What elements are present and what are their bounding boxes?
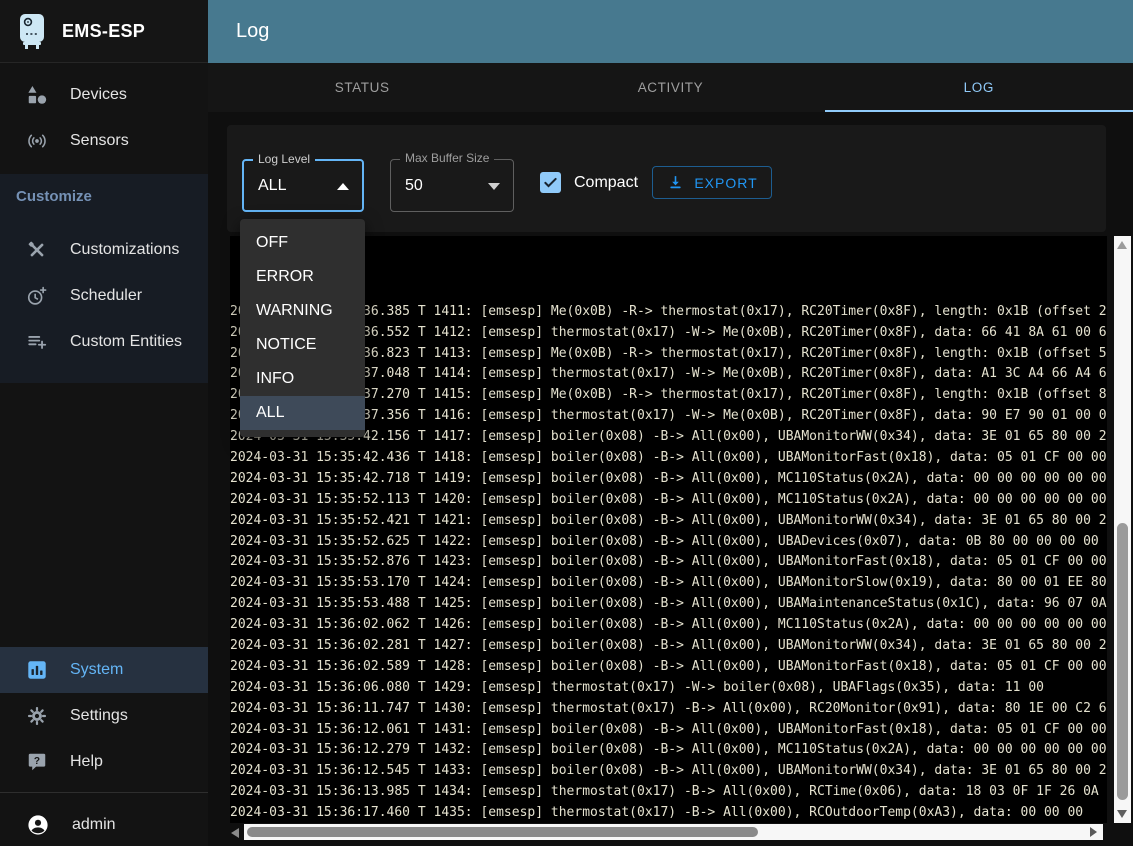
tools-icon — [26, 239, 48, 261]
sidebar: EMS-ESP Devices Sensors Customize — [0, 0, 208, 846]
tabbar: STATUS ACTIVITY LOG — [208, 63, 1133, 112]
log-level-menu: OFFERRORWARNINGNOTICEINFOALL — [240, 219, 365, 437]
vertical-scrollbar[interactable] — [1114, 236, 1131, 823]
download-icon — [666, 173, 685, 192]
sidebar-item-settings[interactable]: Settings — [0, 693, 208, 739]
sidebar-item-label: Custom Entities — [70, 333, 182, 351]
tab-activity[interactable]: ACTIVITY — [516, 63, 824, 112]
ems-esp-app: EMS-ESP Devices Sensors Customize — [0, 0, 1133, 846]
sidebar-item-label: Scheduler — [70, 287, 142, 305]
sidebar-item-sensors[interactable]: Sensors — [0, 118, 208, 164]
playlist-add-icon — [26, 331, 48, 353]
export-button[interactable]: EXPORT — [652, 166, 772, 199]
log-line: 2024-03-31 15:36:11.747 T 1430: [emsesp]… — [230, 699, 1107, 720]
chevron-up-icon — [337, 183, 349, 190]
log-line: 2024-03-31 15:35:52.421 T 1421: [emsesp]… — [230, 511, 1107, 532]
devices-icon — [26, 84, 48, 106]
log-line: 2024-03-31 15:36:12.279 T 1432: [emsesp]… — [230, 740, 1107, 761]
tab-log[interactable]: LOG — [825, 63, 1133, 112]
app-title: EMS-ESP — [62, 21, 145, 42]
sidebar-item-label: Devices — [70, 86, 127, 104]
log-line: 2024-03-31 15:36:17.460 T 1435: [emsesp]… — [230, 803, 1107, 823]
sidebar-item-label: System — [70, 661, 123, 679]
log-line: 2024-03-31 15:35:53.170 T 1424: [emsesp]… — [230, 573, 1107, 594]
compact-label: Compact — [574, 174, 638, 192]
log-line: 2024-03-31 15:35:42.718 T 1419: [emsesp]… — [230, 469, 1107, 490]
sidebar-item-customizations[interactable]: Customizations — [0, 227, 208, 273]
export-label: EXPORT — [694, 175, 757, 191]
log-level-value: ALL — [258, 177, 286, 195]
log-level-option[interactable]: OFF — [240, 226, 365, 260]
log-line: 2024-03-31 15:36:13.985 T 1434: [emsesp]… — [230, 782, 1107, 803]
log-level-option[interactable]: WARNING — [240, 294, 365, 328]
log-line: 2024-03-31 15:36:12.061 T 1431: [emsesp]… — [230, 720, 1107, 741]
log-line: 2024-03-31 15:35:42.436 T 1418: [emsesp]… — [230, 448, 1107, 469]
log-line: 2024-03-31 15:36:06.080 T 1429: [emsesp]… — [230, 678, 1107, 699]
bar-chart-icon — [26, 659, 48, 681]
check-icon — [541, 173, 560, 192]
max-buffer-label: Max Buffer Size — [400, 151, 494, 165]
sidebar-item-scheduler[interactable]: Scheduler — [0, 273, 208, 319]
log-level-option[interactable]: NOTICE — [240, 328, 365, 362]
log-line: 2024-03-31 15:36:02.062 T 1426: [emsesp]… — [230, 615, 1107, 636]
log-level-label: Log Level — [253, 152, 315, 166]
log-level-option[interactable]: ERROR — [240, 260, 365, 294]
boiler-logo-icon — [16, 12, 48, 50]
sidebar-section-label: Customize — [16, 188, 92, 205]
sidebar-item-custom-entities[interactable]: Custom Entities — [0, 319, 208, 365]
app-header: EMS-ESP — [0, 0, 208, 63]
scroll-down-arrow-icon[interactable] — [1117, 810, 1127, 818]
log-line: 2024-03-31 15:35:52.625 T 1422: [emsesp]… — [230, 532, 1107, 553]
account-circle-icon — [26, 813, 50, 837]
page-title: Log — [236, 20, 269, 43]
log-level-option[interactable]: INFO — [240, 362, 365, 396]
sidebar-item-help[interactable]: ? Help — [0, 739, 208, 785]
horizontal-scrollbar[interactable] — [244, 824, 1103, 840]
clock-plus-icon — [26, 285, 48, 307]
scroll-up-arrow-icon[interactable] — [1117, 241, 1127, 249]
svg-text:?: ? — [34, 756, 40, 767]
log-line: 2024-03-31 15:35:52.113 T 1420: [emsesp]… — [230, 490, 1107, 511]
log-line: 2024-03-31 15:36:12.545 T 1433: [emsesp]… — [230, 761, 1107, 782]
sidebar-item-system[interactable]: System — [0, 647, 208, 693]
log-line: 2024-03-31 15:35:53.488 T 1425: [emsesp]… — [230, 594, 1107, 615]
compact-checkbox[interactable] — [540, 172, 561, 193]
sensors-icon — [26, 130, 48, 152]
sidebar-item-label: Customizations — [70, 241, 179, 259]
signed-in-user: admin — [72, 816, 116, 834]
log-level-option[interactable]: ALL — [240, 396, 365, 430]
scroll-left-arrow-icon[interactable] — [231, 828, 239, 838]
scroll-right-arrow-icon[interactable] — [1090, 827, 1097, 837]
sidebar-item-label: Sensors — [70, 132, 129, 150]
max-buffer-value: 50 — [405, 177, 423, 195]
horizontal-scrollbar-thumb[interactable] — [247, 827, 758, 837]
sidebar-item-label: Help — [70, 753, 103, 771]
active-tab-indicator — [825, 110, 1133, 112]
appbar: Log — [208, 0, 1133, 63]
sidebar-divider — [0, 792, 208, 793]
max-buffer-select[interactable]: Max Buffer Size 50 — [390, 159, 514, 212]
sidebar-item-admin[interactable]: admin — [0, 803, 208, 846]
gear-icon — [26, 705, 48, 727]
help-icon: ? — [26, 751, 48, 773]
log-level-select[interactable]: Log Level ALL — [242, 159, 364, 212]
vertical-scrollbar-thumb[interactable] — [1117, 523, 1128, 800]
log-line: 2024-03-31 15:36:02.281 T 1427: [emsesp]… — [230, 636, 1107, 657]
log-line: 2024-03-31 15:36:02.589 T 1428: [emsesp]… — [230, 657, 1107, 678]
compact-checkbox-row: Compact — [540, 166, 638, 199]
sidebar-item-devices[interactable]: Devices — [0, 72, 208, 118]
tab-status[interactable]: STATUS — [208, 63, 516, 112]
sidebar-item-label: Settings — [70, 707, 128, 725]
log-line: 2024-03-31 15:35:52.876 T 1423: [emsesp]… — [230, 552, 1107, 573]
chevron-down-icon — [488, 183, 500, 190]
